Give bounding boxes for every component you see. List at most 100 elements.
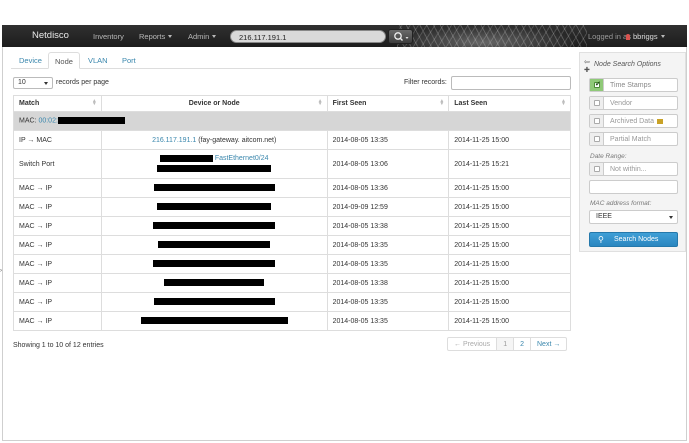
col-device-or-node[interactable]: Device or Node ▲ ▼ (100, 95, 328, 112)
filter-records-input[interactable] (451, 76, 571, 90)
brand-logo[interactable]: Netdisco (32, 30, 69, 41)
option-vendor[interactable]: Vendor (589, 96, 678, 110)
sidebar-title: Node Search Options (594, 61, 661, 68)
port-link[interactable]: FastEthernet0/24 (215, 155, 269, 162)
top-navbar: Netdisco Inventory Reports Admin 216.117… (2, 25, 687, 47)
table-info: Showing 1 to 10 of 12 entries (13, 342, 104, 349)
node-link[interactable]: 216.117.191.1 (152, 137, 196, 144)
cell-device (100, 273, 328, 293)
pin-icon[interactable]: ✚ (584, 66, 590, 74)
redacted-block (153, 298, 275, 306)
cell-match: MAC → IP (13, 311, 102, 331)
cell-device (100, 292, 328, 312)
col-first-seen[interactable]: First Seen ▲ ▼ (326, 95, 450, 112)
pager-next[interactable]: Next → (531, 338, 566, 350)
tab-vlan[interactable]: VLAN (82, 52, 114, 69)
device-port-line: FastEthernet0/24 (107, 154, 322, 164)
checkbox[interactable] (590, 97, 604, 109)
group-mac-link[interactable]: 00:02: (38, 118, 57, 125)
tab-node[interactable]: Node (48, 52, 80, 69)
search-icon (394, 32, 409, 41)
logged-in-label: Logged in as (588, 32, 631, 41)
redacted-block (140, 317, 288, 325)
cell-first-seen: 2014-08-05 13:06 (326, 149, 450, 179)
checkbox[interactable] (590, 79, 604, 91)
search-nodes-button[interactable]: ⚲ Search Nodes (589, 232, 678, 247)
cell-match: MAC → IP (13, 197, 102, 217)
search-tabs: Device Node VLAN Port (11, 52, 571, 69)
chevron-down-icon (669, 216, 673, 219)
table-row: MAC → IP 2014-08-05 13:35 2014-11-25 15:… (13, 292, 571, 312)
cell-last-seen: 2014-11-25 15:00 (448, 197, 571, 217)
cell-match: IP → MAC (13, 130, 102, 150)
tab-port[interactable]: Port (116, 52, 142, 69)
cell-device (100, 254, 328, 274)
sort-icon: ▲ ▼ (561, 98, 566, 107)
option-label: Not within... (610, 166, 647, 173)
table-row: MAC → IP 2014-08-05 13:35 2014-11-25 15:… (13, 254, 571, 274)
mac-format-select[interactable]: IEEE (589, 210, 678, 224)
pager-previous[interactable]: ← Previous (448, 338, 498, 350)
cell-last-seen: 2014-11-25 15:00 (448, 216, 571, 236)
col-last-seen[interactable]: Last Seen ▲ ▼ (448, 95, 571, 112)
collapse-sidebar-icon[interactable]: ⇦ (584, 58, 590, 66)
cell-last-seen: 2014-11-25 15:00 (448, 130, 571, 150)
redacted-block (57, 117, 125, 125)
checkbox[interactable] (590, 163, 604, 175)
checkbox-box (594, 100, 600, 106)
tab-device[interactable]: Device (13, 52, 48, 69)
date-range-input[interactable] (589, 180, 678, 194)
option-not-within[interactable]: Not within... (589, 162, 678, 176)
node-search-sidebar: ⇦ ✚ Node Search Options Time Stamps Vend… (579, 52, 686, 252)
table-row: MAC → IP 2014-08-05 13:35 2014-11-25 15:… (13, 235, 571, 255)
checkbox-box (594, 118, 600, 124)
nav-reports-label: Reports (139, 32, 166, 41)
global-search-input[interactable]: 216.117.191.1 (230, 30, 386, 43)
checkbox[interactable] (590, 115, 604, 127)
scroll-edge-marker: › (0, 268, 2, 274)
redacted-block (158, 241, 271, 249)
col-last-seen-label: Last Seen (454, 100, 488, 107)
cell-first-seen: 2014-08-05 13:38 (326, 216, 450, 236)
search-button[interactable] (388, 29, 413, 44)
cell-first-seen: 2014-08-05 13:35 (326, 235, 450, 255)
cell-match: MAC → IP (13, 292, 102, 312)
option-partial-match[interactable]: Partial Match (589, 132, 678, 146)
checkbox-box (594, 136, 600, 142)
pager-page-1[interactable]: 1 (497, 338, 515, 350)
cell-last-seen: 2014-11-25 15:00 (448, 178, 571, 198)
chevron-down-icon (44, 82, 48, 85)
checkbox[interactable] (590, 133, 604, 145)
nav-reports[interactable]: Reports (139, 32, 173, 41)
records-per-page-label: records per page (56, 79, 109, 86)
option-archived-data[interactable]: Archived Data (589, 114, 678, 128)
cell-match: MAC → IP (13, 216, 102, 236)
table-row: MAC → IP 2014-08-05 13:36 2014-11-25 15:… (13, 178, 571, 198)
cell-match: Switch Port (13, 149, 102, 179)
sort-icon: ▲ ▼ (91, 98, 97, 107)
table-row: MAC → IP 2014-08-05 13:35 2014-11-25 15:… (13, 311, 571, 331)
redacted-block (153, 184, 275, 192)
redacted-block (153, 260, 276, 268)
date-range-label: Date Range: (590, 153, 627, 160)
user-menu[interactable]: bbriggs (626, 32, 665, 41)
table-row: MAC → IP 2014-08-05 13:38 2014-11-25 15:… (13, 216, 571, 236)
cell-last-seen: 2014-11-25 15:00 (448, 235, 571, 255)
table-row: IP → MAC 216.117.191.1 (fay-gateway. ait… (13, 130, 571, 150)
col-match[interactable]: Match ▲ ▼ (13, 95, 102, 112)
user-icon (626, 34, 630, 40)
archive-icon (656, 119, 663, 124)
option-time-stamps[interactable]: Time Stamps (589, 78, 678, 92)
cell-last-seen: 2014-11-25 15:00 (448, 311, 571, 331)
cell-first-seen: 2014-09-09 12:59 (326, 197, 450, 217)
cell-first-seen: 2014-08-05 13:35 (326, 292, 450, 312)
nav-inventory[interactable]: Inventory (93, 32, 124, 41)
pager-page-2[interactable]: 2 (514, 338, 531, 350)
cell-last-seen: 2014-11-25 15:00 (448, 292, 571, 312)
col-first-seen-label: First Seen (332, 100, 367, 107)
nav-admin[interactable]: Admin (188, 32, 217, 41)
group-label: MAC: (19, 117, 39, 125)
navbar-decoration (397, 25, 587, 47)
table-row: Switch Port FastEthernet0/24 2014-08-05 … (13, 149, 571, 179)
records-per-page-select[interactable]: 10 (13, 77, 53, 89)
